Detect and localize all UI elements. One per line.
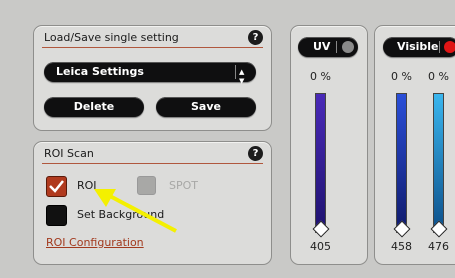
settings-select-value: Leica Settings — [56, 65, 144, 78]
visible-percent: 0 % — [391, 70, 412, 83]
title-divider — [42, 163, 263, 164]
help-icon[interactable]: ? — [248, 146, 263, 161]
visible-channel-button[interactable]: Visible — [383, 37, 455, 57]
delete-button[interactable]: Delete — [44, 97, 144, 117]
check-icon — [49, 180, 64, 193]
uv-percent: 0 % — [310, 70, 331, 83]
load-save-panel: Load/Save single setting ? Leica Setting… — [33, 25, 272, 131]
uv-wavelength: 405 — [310, 240, 331, 253]
roi-checkbox[interactable] — [46, 176, 67, 197]
uv-toggle-icon[interactable] — [342, 41, 354, 53]
visible-476-slider[interactable] — [433, 93, 444, 233]
load-save-title: Load/Save single setting — [44, 31, 179, 44]
uv-channel-button[interactable]: UV — [298, 37, 358, 57]
uv-channel-label: UV — [313, 40, 331, 53]
visible-476-percent: 0 % — [428, 70, 449, 83]
save-button[interactable]: Save — [156, 97, 256, 117]
help-icon[interactable]: ? — [248, 30, 263, 45]
select-arrows-icon — [235, 62, 250, 91]
visible-458-slider[interactable] — [396, 93, 407, 233]
uv-intensity-slider[interactable] — [315, 93, 326, 233]
visible-toggle-icon[interactable] — [444, 41, 455, 53]
visible-channel-panel: Visible 0 % 458 0 % 476 — [374, 25, 455, 265]
roi-scan-title: ROI Scan — [44, 147, 94, 160]
annotation-arrow — [94, 189, 177, 233]
settings-select[interactable]: Leica Settings — [44, 62, 256, 91]
visible-476-wavelength: 476 — [428, 240, 449, 253]
channel-divider — [439, 41, 440, 53]
title-divider — [42, 47, 263, 48]
visible-458-wavelength: 458 — [391, 240, 412, 253]
channel-divider — [336, 41, 337, 53]
set-background-checkbox[interactable] — [46, 205, 67, 226]
uv-channel-panel: UV 0 % 405 — [290, 25, 368, 265]
visible-channel-label: Visible — [397, 40, 439, 53]
